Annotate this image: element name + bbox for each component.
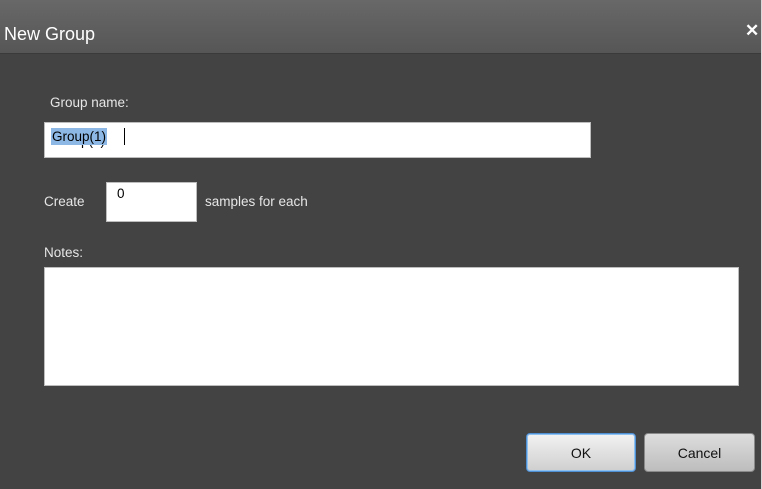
dialog-title: New Group: [4, 24, 96, 44]
create-label: Create: [44, 194, 85, 209]
notes-label: Notes:: [44, 245, 84, 260]
samples-for-each-label: samples for each: [205, 194, 308, 209]
samples-count-input[interactable]: [106, 182, 197, 222]
cancel-button[interactable]: Cancel: [644, 433, 755, 472]
dialog-titlebar[interactable]: New Group ✕: [0, 0, 761, 54]
group-name-selected-text: Group(1): [51, 128, 108, 145]
group-name-label: Group name:: [50, 95, 129, 110]
group-name-input[interactable]: [44, 122, 591, 158]
ok-button[interactable]: OK: [526, 433, 636, 472]
new-group-dialog: New Group ✕ Group name: Group(1) Create …: [0, 0, 762, 489]
text-cursor: [124, 128, 125, 145]
close-icon[interactable]: ✕: [745, 22, 761, 40]
notes-textarea[interactable]: [44, 267, 739, 386]
